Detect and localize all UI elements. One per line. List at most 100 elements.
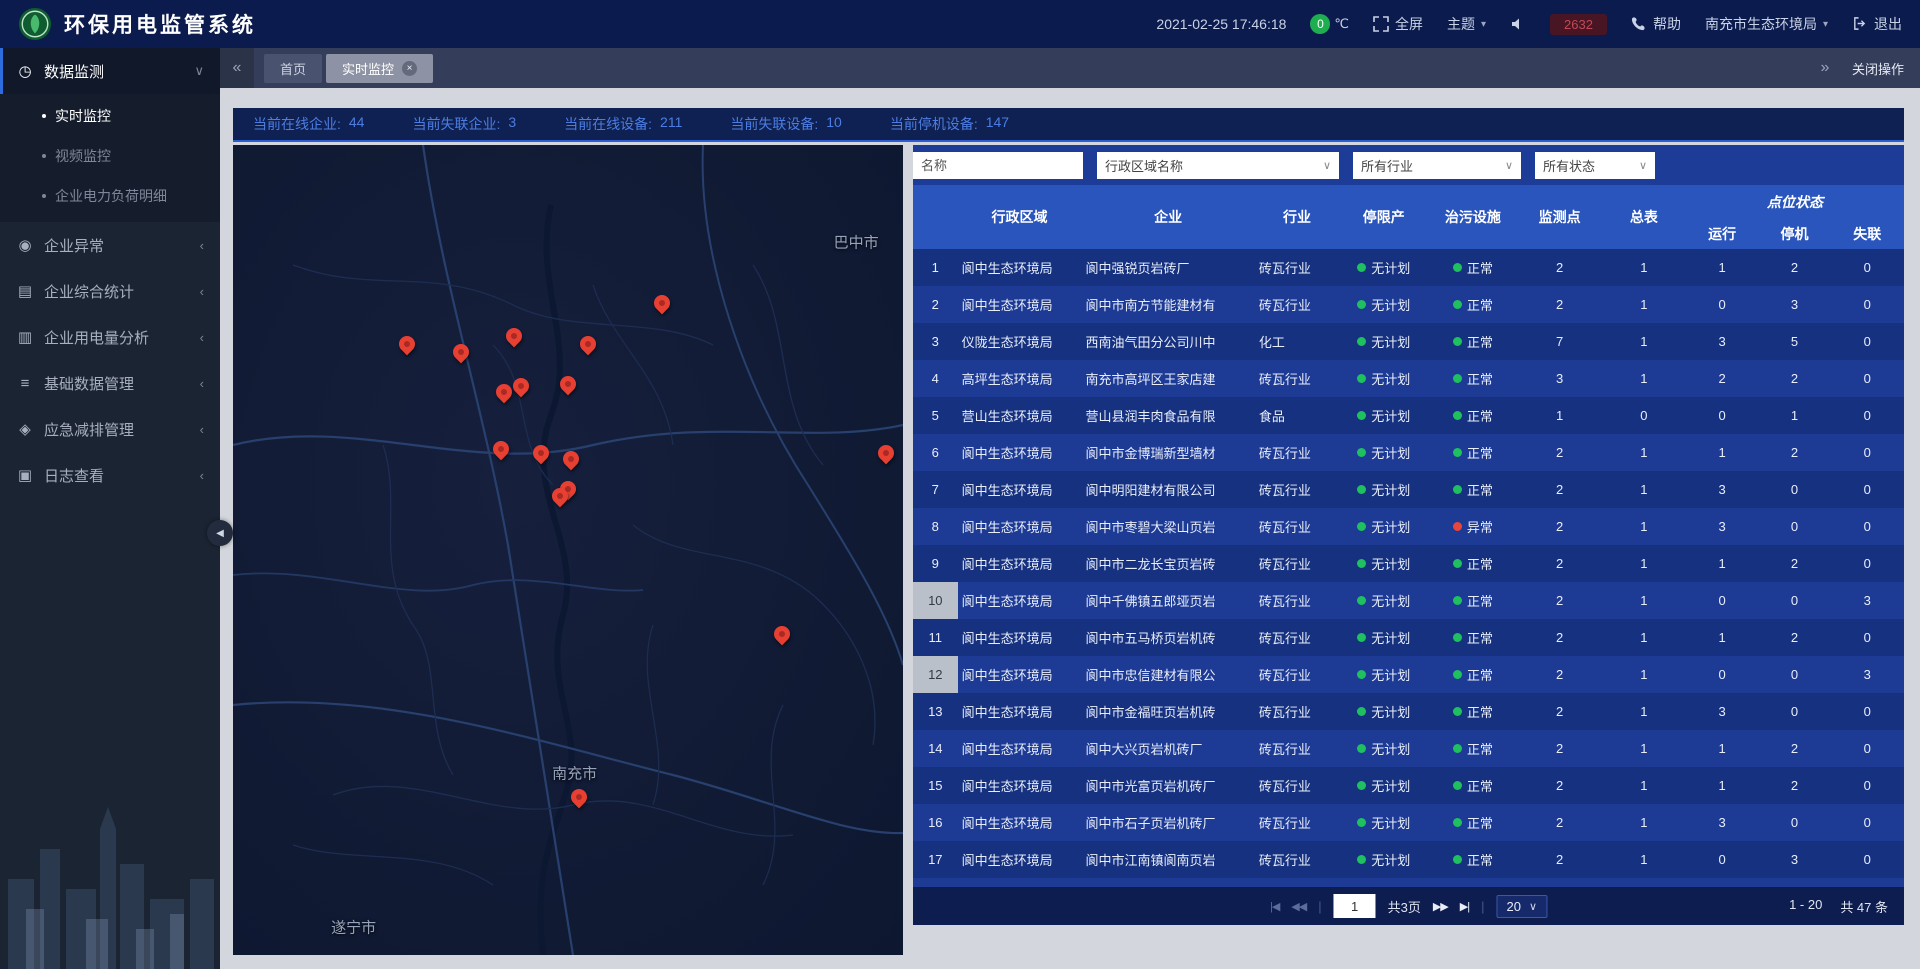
sidebar-subitem-video-monitor[interactable]: 视频监控 bbox=[0, 136, 220, 176]
logout-button[interactable]: 退出 bbox=[1852, 14, 1902, 34]
map-pin-icon[interactable] bbox=[503, 324, 526, 347]
map-overlay: 巴中市南充市遂宁市 bbox=[233, 145, 903, 955]
industry-select[interactable]: 所有行业∨ bbox=[1353, 152, 1521, 179]
close-icon[interactable]: × bbox=[402, 61, 417, 76]
pagination-controls: |◀ ◀◀ | 共3页 ▶▶ ▶| | 20 ∨ bbox=[1270, 894, 1547, 918]
cell-offline: 0 bbox=[1831, 249, 1904, 286]
sidebar-subitem-power-load-detail[interactable]: 企业电力负荷明细 bbox=[0, 176, 220, 216]
table-row[interactable]: 12阆中生态环境局阆中市忠信建材有限公砖瓦行业无计划正常21003 bbox=[913, 656, 1904, 693]
table-row[interactable]: 14阆中生态环境局阆中大兴页岩机砖厂砖瓦行业无计划正常21120 bbox=[913, 730, 1904, 767]
first-page-button[interactable]: |◀ bbox=[1270, 900, 1279, 913]
org-dropdown[interactable]: 南充市生态环境局 ▾ bbox=[1705, 14, 1828, 34]
map-pin-icon[interactable] bbox=[577, 332, 600, 355]
status-dot-icon bbox=[1357, 855, 1366, 864]
prev-page-button[interactable]: ◀◀ bbox=[1291, 900, 1306, 913]
status-text: 无计划 bbox=[1371, 702, 1410, 721]
fullscreen-button[interactable]: 全屏 bbox=[1373, 14, 1423, 34]
table-row[interactable]: 9阆中生态环境局阆中市二龙长宝页岩砖砖瓦行业无计划正常21120 bbox=[913, 545, 1904, 582]
status-dot-icon bbox=[1357, 337, 1366, 346]
table-row[interactable]: 17阆中生态环境局阆中市江南镇阆南页岩砖瓦行业无计划正常21030 bbox=[913, 841, 1904, 878]
cell-offline: 3 bbox=[1831, 656, 1904, 693]
row-index: 2 bbox=[913, 286, 958, 323]
tab-realtime[interactable]: 实时监控× bbox=[326, 54, 433, 83]
content-area: « 首页实时监控× » 关闭操作 当前在线企业:44当前失联企业:3当前在线设备… bbox=[220, 48, 1920, 969]
cell-monitor-points: 2 bbox=[1518, 545, 1602, 582]
cell-company: 阆中市石子页岩机砖厂 bbox=[1081, 804, 1254, 841]
map-pin-icon[interactable] bbox=[510, 374, 533, 397]
sidebar-collapse-toggle[interactable]: ◀ bbox=[207, 520, 233, 546]
cell-company: 阆中市五马桥页岩机砖 bbox=[1081, 619, 1254, 656]
cell-industry: 化工 bbox=[1255, 323, 1339, 360]
sidebar-item-enterprise-abnormal[interactable]: ◉企业异常‹ bbox=[0, 222, 220, 268]
sidebar-item-log-view[interactable]: ▣日志查看‹ bbox=[0, 452, 220, 498]
stats-icon: ▤ bbox=[16, 282, 34, 300]
cell-running: 1 bbox=[1686, 434, 1758, 471]
map-pin-icon[interactable] bbox=[650, 292, 673, 315]
sidebar-subitem-realtime-monitor[interactable]: 实时监控 bbox=[0, 96, 220, 136]
map-pin-icon[interactable] bbox=[568, 786, 591, 809]
map-pin-icon[interactable] bbox=[557, 373, 580, 396]
table-row[interactable]: 11阆中生态环境局阆中市五马桥页岩机砖砖瓦行业无计划正常21120 bbox=[913, 619, 1904, 656]
sound-button[interactable] bbox=[1510, 16, 1526, 32]
cell-stopped: 3 bbox=[1758, 286, 1830, 323]
cell-industry: 砖瓦行业 bbox=[1255, 804, 1339, 841]
page-number-input[interactable] bbox=[1334, 894, 1376, 918]
sidebar-item-enterprise-statistics[interactable]: ▤企业综合统计‹ bbox=[0, 268, 220, 314]
map-pin-icon[interactable] bbox=[771, 622, 794, 645]
bullet-icon bbox=[42, 194, 46, 198]
tab-home[interactable]: 首页 bbox=[264, 54, 322, 83]
tab-scroll-right-button[interactable]: » bbox=[1808, 48, 1842, 88]
map-pin-icon[interactable] bbox=[396, 332, 419, 355]
status-text: 无计划 bbox=[1371, 554, 1410, 573]
cell-monitor-points: 2 bbox=[1518, 471, 1602, 508]
stat-value: 211 bbox=[660, 114, 682, 134]
chevron-left-icon: ‹ bbox=[200, 376, 204, 391]
page-size-select[interactable]: 20 ∨ bbox=[1496, 895, 1547, 918]
status-dot-icon bbox=[1357, 670, 1366, 679]
table-row[interactable]: 6阆中生态环境局阆中市金博瑞新型墙材砖瓦行业无计划正常21120 bbox=[913, 434, 1904, 471]
bullet-icon bbox=[42, 114, 46, 118]
name-filter-input[interactable] bbox=[913, 152, 1083, 179]
table-row[interactable]: 8阆中生态环境局阆中市枣碧大梁山页岩砖瓦行业无计划异常21300 bbox=[913, 508, 1904, 545]
next-page-button[interactable]: ▶▶ bbox=[1433, 900, 1448, 913]
map-pin-icon[interactable] bbox=[490, 438, 513, 461]
table-row[interactable]: 1阆中生态环境局阆中强锐页岩砖厂砖瓦行业无计划正常21120 bbox=[913, 249, 1904, 286]
alert-count-badge[interactable]: 2632 bbox=[1550, 14, 1607, 35]
table-row[interactable]: 16阆中生态环境局阆中市石子页岩机砖厂砖瓦行业无计划正常21300 bbox=[913, 804, 1904, 841]
cell-pollution-facility: 正常 bbox=[1428, 693, 1517, 730]
table-row[interactable]: 2阆中生态环境局阆中市南方节能建材有砖瓦行业无计划正常21030 bbox=[913, 286, 1904, 323]
table-row[interactable]: 4高坪生态环境局南充市高坪区王家店建砖瓦行业无计划正常31220 bbox=[913, 360, 1904, 397]
help-button[interactable]: 帮助 bbox=[1631, 14, 1681, 34]
map-pin-icon[interactable] bbox=[560, 448, 583, 471]
sidebar-item-power-usage-analysis[interactable]: ▥企业用电量分析‹ bbox=[0, 314, 220, 360]
table-row[interactable]: 5营山生态环境局营山县润丰肉食品有限食品无计划正常10010 bbox=[913, 397, 1904, 434]
region-select[interactable]: 行政区域名称∨ bbox=[1097, 152, 1339, 179]
map-pin-icon[interactable] bbox=[530, 442, 553, 465]
map-pin-icon[interactable] bbox=[875, 442, 898, 465]
map-panel[interactable]: 巴中市南充市遂宁市 bbox=[233, 145, 903, 955]
sidebar-item-data-monitoring[interactable]: ◷数据监测∨ bbox=[0, 48, 220, 94]
table-row[interactable]: 3仪陇生态环境局西南油气田分公司川中化工无计划正常71350 bbox=[913, 323, 1904, 360]
sidebar-item-basic-data-management[interactable]: ≡基础数据管理‹ bbox=[0, 360, 220, 406]
last-page-button[interactable]: ▶| bbox=[1460, 900, 1469, 913]
cell-company: 南充市高坪区王家店建 bbox=[1081, 360, 1254, 397]
status-text: 异常 bbox=[1467, 517, 1493, 536]
theme-dropdown[interactable]: 主题 ▾ bbox=[1447, 14, 1486, 34]
table-row[interactable]: 7阆中生态环境局阆中明阳建材有限公司砖瓦行业无计划正常21300 bbox=[913, 471, 1904, 508]
table-row[interactable]: 15阆中生态环境局阆中市光富页岩机砖厂砖瓦行业无计划正常21120 bbox=[913, 767, 1904, 804]
cell-company: 南部县双佛头建材有限 bbox=[1081, 878, 1254, 887]
close-operations-button[interactable]: 关闭操作 bbox=[1852, 59, 1904, 78]
map-pin-icon[interactable] bbox=[449, 340, 472, 363]
cell-total-meters: 0 bbox=[1602, 397, 1686, 434]
tab-scroll-left-button[interactable]: « bbox=[220, 48, 254, 88]
cell-region: 阆中生态环境局 bbox=[958, 841, 1082, 878]
cell-stopped: 2 bbox=[1758, 249, 1830, 286]
table-row[interactable]: 10阆中生态环境局阆中千佛镇五郎垭页岩砖瓦行业无计划正常21003 bbox=[913, 582, 1904, 619]
sidebar-item-emergency-reduction[interactable]: ◈应急减排管理‹ bbox=[0, 406, 220, 452]
cell-industry: 砖瓦行业 bbox=[1255, 767, 1339, 804]
table-row[interactable]: 13阆中生态环境局阆中市金福旺页岩机砖砖瓦行业无计划正常21300 bbox=[913, 693, 1904, 730]
status-select[interactable]: 所有状态∨ bbox=[1535, 152, 1655, 179]
table-row[interactable]: 18南部生态环境局南部县双佛头建材有限砖瓦行业无计划正常21030 bbox=[913, 878, 1904, 887]
cell-region: 阆中生态环境局 bbox=[958, 730, 1082, 767]
sidebar-item-label: 企业综合统计 bbox=[44, 281, 190, 302]
